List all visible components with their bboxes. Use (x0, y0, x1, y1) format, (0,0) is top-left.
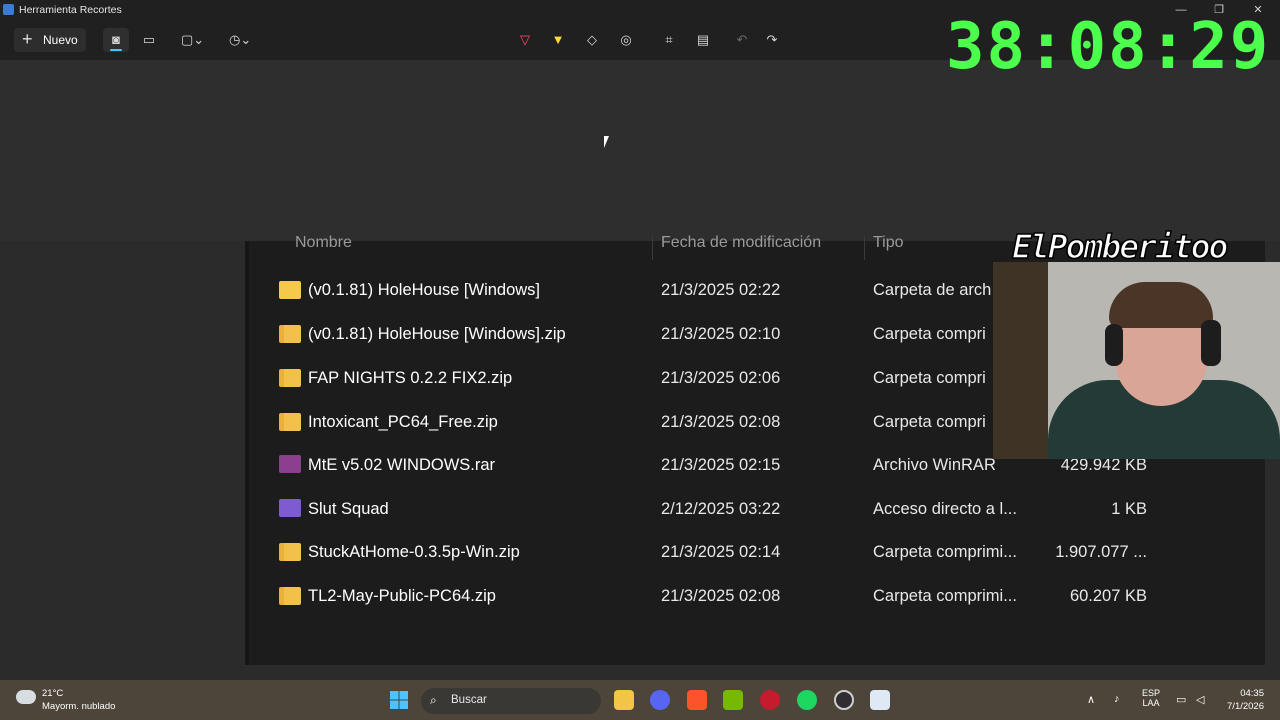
discord-icon[interactable] (650, 690, 670, 710)
keyboard-layout: LAA (1142, 698, 1160, 708)
headset-icon (1201, 320, 1221, 366)
text-actions-icon[interactable]: ▤ (692, 30, 714, 50)
streamer-name: ElPomberitoo (1011, 226, 1229, 267)
column-header-date[interactable]: Fecha de modificación (661, 234, 821, 252)
mouse-cursor-icon (604, 136, 609, 148)
file-date: 2/12/2025 03:22 (661, 500, 781, 518)
obs-icon[interactable] (834, 690, 854, 710)
network-icon[interactable]: ▭ (1176, 693, 1186, 706)
nvidia-icon[interactable] (723, 690, 743, 710)
file-name[interactable]: TL2-May-Public-PC64.zip (308, 587, 496, 606)
zip-folder-icon (279, 543, 301, 561)
video-icon[interactable]: ▭ (138, 30, 160, 50)
search-label: Buscar (451, 694, 487, 706)
rect-mode-icon[interactable]: ▢⌄ (181, 30, 204, 50)
column-header-name[interactable]: Nombre (295, 234, 352, 252)
file-name[interactable]: (v0.1.81) HoleHouse [Windows].zip (308, 325, 566, 344)
capture-canvas-upper (0, 60, 1280, 241)
search-icon: ⌕ (430, 693, 437, 707)
file-name[interactable]: (v0.1.81) HoleHouse [Windows] (308, 281, 540, 300)
file-name[interactable]: StuckAtHome-0.3.5p-Win.zip (308, 543, 520, 562)
zip-folder-icon (279, 369, 301, 387)
timer-icon[interactable]: ◷⌄ (229, 30, 251, 50)
language-indicator[interactable]: ESP LAA (1142, 688, 1160, 708)
webcam-overlay (993, 262, 1280, 459)
weather-temperature[interactable]: 21°C (42, 688, 63, 699)
file-type: Carpeta compri (873, 369, 986, 387)
file-name[interactable]: FAP NIGHTS 0.2.2 FIX2.zip (308, 369, 512, 388)
zip-folder-icon (279, 587, 301, 605)
shapes-icon[interactable]: ◎ (615, 30, 637, 50)
window-title: Herramienta Recortes (19, 4, 122, 16)
zip-folder-icon (279, 325, 301, 343)
highlighter-icon[interactable]: ▼ (547, 30, 569, 50)
taskbar-search[interactable] (421, 688, 601, 714)
folder-icon (279, 281, 301, 299)
pen-icon[interactable]: ▽ (514, 30, 536, 50)
file-size: 1 KB (1111, 500, 1147, 518)
snipping-tool-app-icon (3, 4, 14, 15)
file-name[interactable]: MtE v5.02 WINDOWS.rar (308, 456, 495, 475)
chevron-up-icon[interactable]: ∧ (1087, 693, 1095, 706)
webcam-person-hair (1109, 282, 1213, 328)
column-separator (652, 236, 653, 260)
redo-icon[interactable]: ↷ (761, 30, 783, 50)
camera-icon[interactable]: ◙ (105, 30, 127, 50)
stream-timer: 38:08:29 (946, 10, 1271, 84)
file-explorer-icon[interactable] (614, 690, 634, 710)
column-header-type[interactable]: Tipo (873, 234, 904, 252)
file-date: 21/3/2025 02:08 (661, 413, 781, 431)
file-date: 21/3/2025 02:08 (661, 587, 781, 605)
microphone-icon[interactable]: ♪ (1114, 693, 1120, 705)
file-date: 21/3/2025 02:10 (661, 325, 781, 343)
explorer-edge (245, 241, 249, 665)
crop-icon[interactable]: ⌗ (658, 30, 680, 50)
file-type: Carpeta de arch (873, 281, 992, 299)
file-type: Carpeta comprimi... (873, 543, 1017, 561)
eraser-icon[interactable]: ◇ (581, 30, 603, 50)
cloud-icon[interactable] (16, 690, 36, 704)
red-app-icon[interactable] (760, 690, 780, 710)
plus-icon: + (22, 29, 33, 49)
snipping-tool-icon[interactable] (870, 690, 890, 710)
file-type: Acceso directo a l... (873, 500, 1017, 518)
shortcut-icon (279, 499, 301, 517)
zip-folder-icon (279, 413, 301, 431)
file-size: 60.207 KB (1069, 587, 1147, 605)
volume-icon[interactable]: ◁ (1196, 693, 1204, 706)
undo-icon[interactable]: ↶ (731, 30, 753, 50)
clock-time[interactable]: 04:35 (1230, 688, 1264, 699)
file-type: Carpeta compri (873, 413, 986, 431)
new-snip-label: Nuevo (43, 33, 78, 47)
file-date: 21/3/2025 02:06 (661, 369, 781, 387)
file-size: 1.907.077 ... (1055, 543, 1147, 561)
column-separator (864, 236, 865, 260)
headset-icon (1105, 324, 1123, 366)
file-type: Carpeta comprimi... (873, 587, 1017, 605)
start-icon[interactable] (390, 691, 408, 709)
file-type: Archivo WinRAR (873, 456, 996, 474)
file-name[interactable]: Intoxicant_PC64_Free.zip (308, 413, 498, 432)
brave-icon[interactable] (687, 690, 707, 710)
file-name[interactable]: Slut Squad (308, 500, 389, 519)
spotify-icon[interactable] (797, 690, 817, 710)
file-date: 21/3/2025 02:14 (661, 543, 781, 561)
file-date: 21/3/2025 02:22 (661, 281, 781, 299)
webcam-shelf (993, 262, 1048, 459)
file-date: 21/3/2025 02:15 (661, 456, 781, 474)
file-type: Carpeta compri (873, 325, 986, 343)
active-mode-indicator (110, 49, 122, 51)
clock-date[interactable]: 7/1/2026 (1218, 701, 1264, 712)
language-code: ESP (1142, 688, 1161, 698)
weather-description[interactable]: Mayorm. nublado (42, 701, 115, 712)
winrar-icon (279, 455, 301, 473)
